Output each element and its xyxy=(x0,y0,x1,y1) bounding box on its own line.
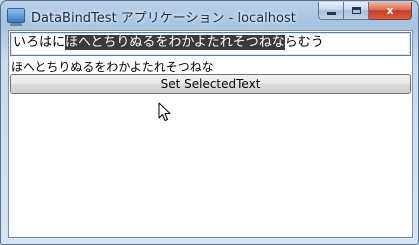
maximize-button[interactable] xyxy=(344,2,369,20)
set-selected-text-button[interactable]: Set SelectedText xyxy=(10,74,411,94)
window-title: DataBindTest アプリケーション - localhost xyxy=(31,11,296,26)
app-window: DataBindTest アプリケーション - localhost x いろはに… xyxy=(0,0,419,245)
caption-buttons: x xyxy=(318,2,412,20)
close-icon: x xyxy=(386,4,394,17)
text-selection: ほへとちりぬるをわかよたれそつねな xyxy=(65,35,285,50)
app-window-icon[interactable] xyxy=(7,8,25,26)
text-input[interactable]: いろはにほへとちりぬるをわかよたれそつねならむう xyxy=(10,32,411,56)
text-before-selection: いろはに xyxy=(13,35,66,50)
minimize-icon xyxy=(326,12,336,15)
title-bar[interactable]: DataBindTest アプリケーション - localhost x xyxy=(1,1,418,29)
minimize-button[interactable] xyxy=(318,2,344,20)
selected-text-label: ほへとちりぬるをわかよたれそつねな xyxy=(11,60,214,74)
mouse-pointer-icon xyxy=(158,102,171,121)
text-after-selection: らむう xyxy=(284,35,324,50)
client-area: いろはにほへとちりぬるをわかよたれそつねならむう ほへとちりぬるをわかよたれそつ… xyxy=(8,30,413,238)
close-button[interactable]: x xyxy=(369,2,412,20)
maximize-icon xyxy=(351,7,361,14)
